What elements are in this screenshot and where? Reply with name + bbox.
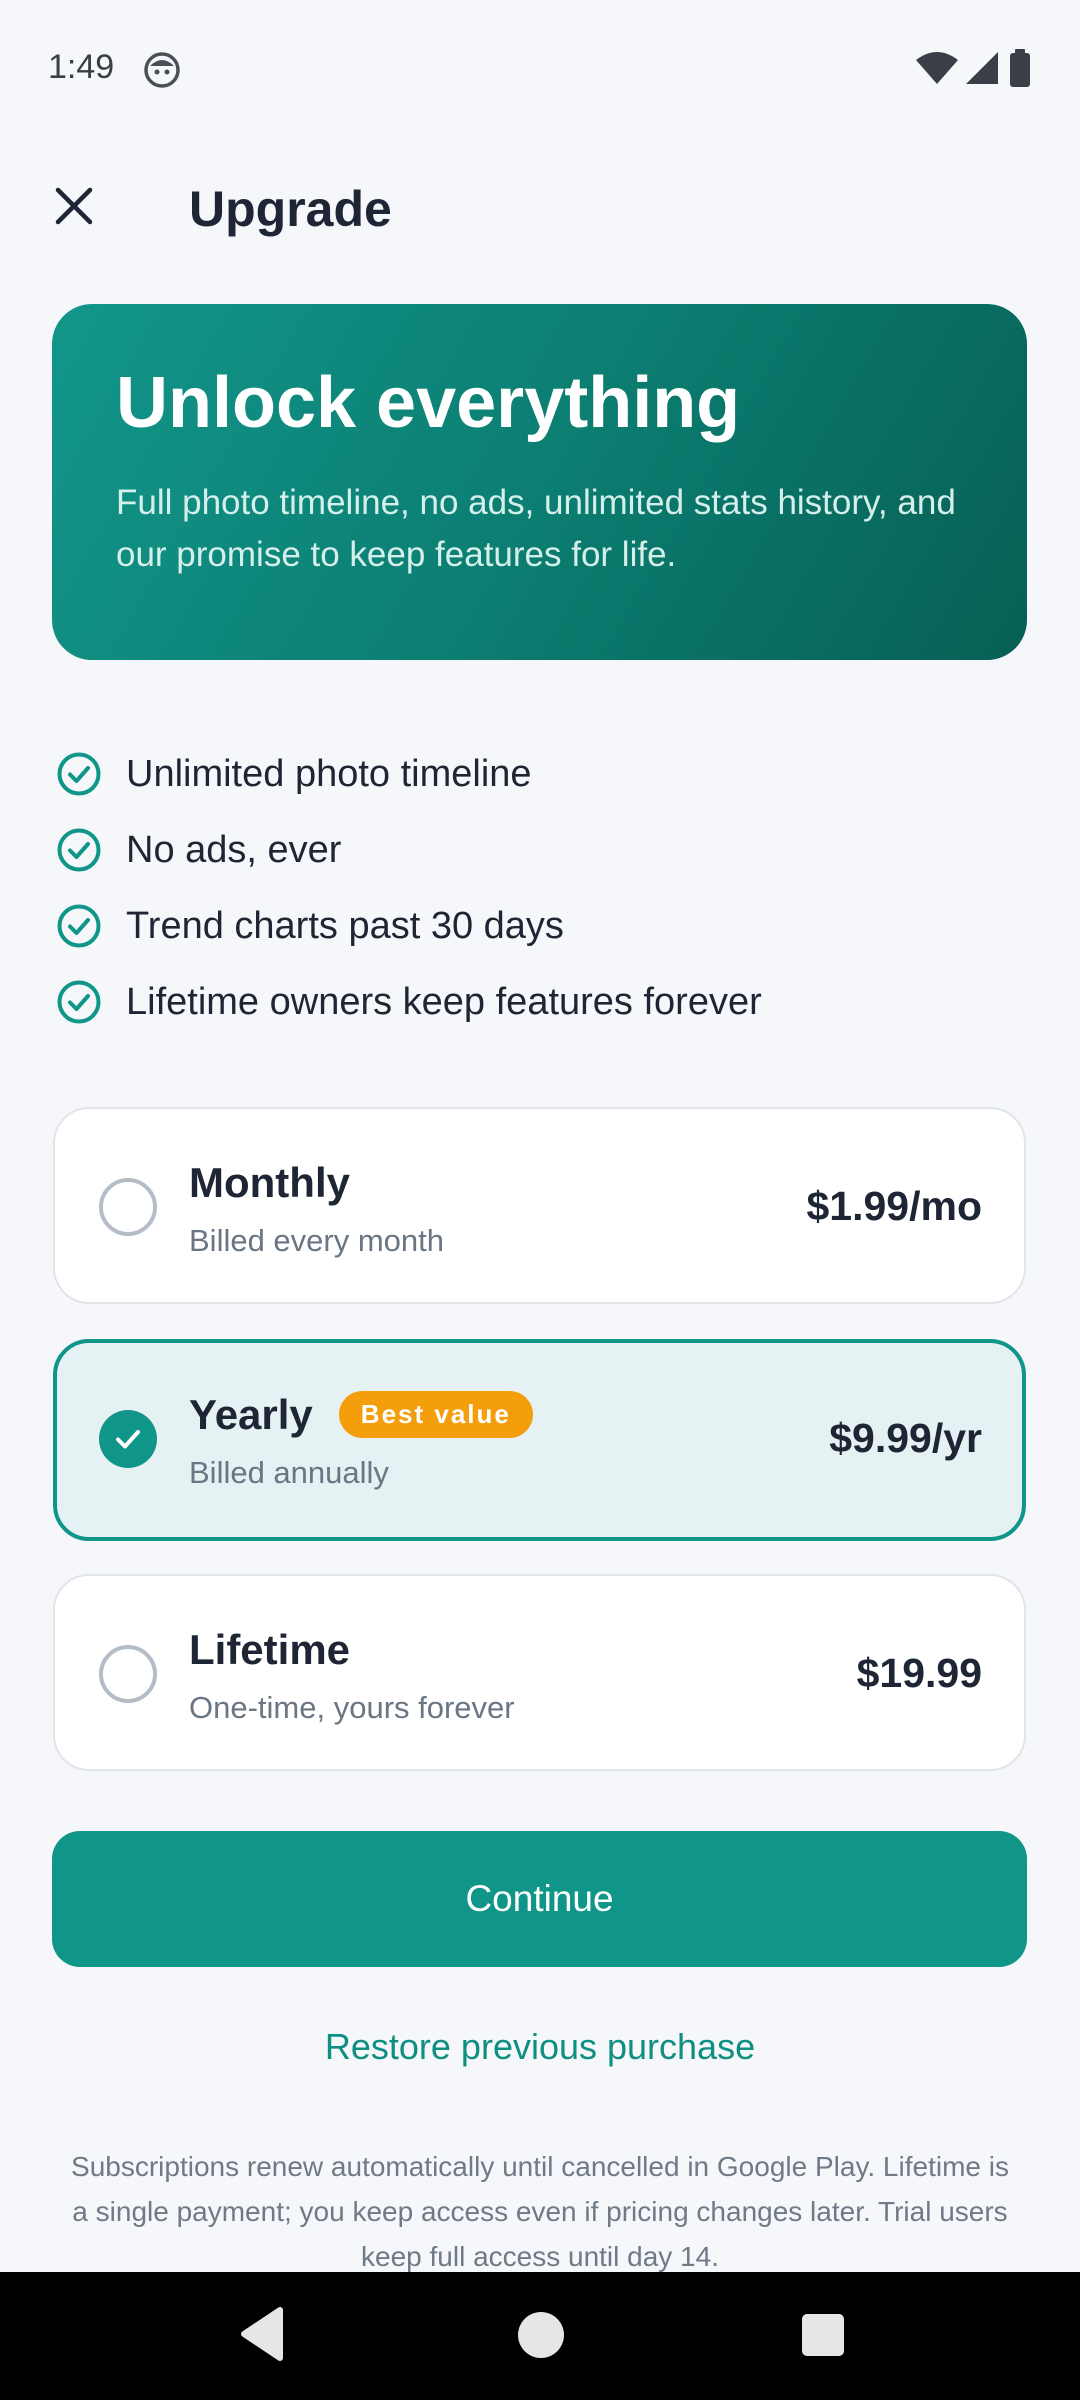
- plan-subtitle: Billed every month: [189, 1223, 445, 1258]
- plan-subtitle: One-time, yours forever: [189, 1690, 515, 1725]
- upgrade-screen: 1:49 Upgrade Unlock everything Full phot…: [0, 0, 1080, 2400]
- feature-label: Trend charts past 30 days: [126, 904, 564, 947]
- best-value-badge: Best value: [338, 1391, 533, 1438]
- status-icons: [916, 48, 1034, 88]
- plan-name: Lifetime: [189, 1626, 351, 1673]
- plan-subtitle: Billed annually: [189, 1455, 389, 1490]
- radio-selected-icon[interactable]: [99, 1410, 157, 1468]
- radio-unselected-icon[interactable]: [99, 1178, 157, 1236]
- plan-price: $19.99: [856, 1650, 982, 1696]
- checkmark-icon: [116, 1430, 140, 1449]
- hero-card: Unlock everything Full photo timeline, n…: [52, 304, 1027, 660]
- feature-item: Lifetime owners keep features forever: [56, 964, 1036, 1040]
- plan-name: Monthly: [189, 1159, 350, 1206]
- check-circle-icon: [57, 752, 101, 796]
- face-icon: [144, 52, 180, 88]
- close-icon: [55, 187, 93, 225]
- feature-label: Lifetime owners keep features forever: [126, 980, 762, 1023]
- back-icon[interactable]: [236, 2304, 286, 2364]
- status-time: 1:49: [48, 48, 115, 86]
- wifi-icon: [916, 52, 958, 84]
- plan-price: $9.99/yr: [829, 1415, 982, 1461]
- check-circle-icon: [57, 980, 101, 1024]
- feature-item: Trend charts past 30 days: [56, 888, 1036, 964]
- home-icon[interactable]: [518, 2312, 564, 2358]
- hero-description: Full photo timeline, no ads, unlimited s…: [116, 483, 956, 575]
- close-button[interactable]: [44, 176, 104, 236]
- plan-option-monthly[interactable]: Monthly Billed every month $1.99/mo: [53, 1107, 1026, 1304]
- feature-label: No ads, ever: [126, 828, 342, 871]
- page-title: Upgrade: [189, 181, 392, 237]
- continue-button[interactable]: Continue: [52, 1831, 1027, 1967]
- hero-title: Unlock everything: [116, 363, 741, 443]
- signal-icon: [966, 52, 998, 84]
- check-circle-icon: [57, 904, 101, 948]
- legal-footnote: Subscriptions renew automatically until …: [71, 2151, 1009, 2272]
- plan-option-yearly[interactable]: Yearly Best value Billed annually $9.99/y…: [53, 1339, 1026, 1541]
- status-bar: 1:49: [0, 0, 1080, 136]
- feature-item: Unlimited photo timeline: [56, 736, 1036, 812]
- recents-icon[interactable]: [802, 2314, 844, 2356]
- radio-unselected-icon[interactable]: [99, 1645, 157, 1703]
- plan-name: Yearly Best value: [189, 1391, 533, 1439]
- plan-option-lifetime[interactable]: Lifetime One-time, yours forever $19.99: [53, 1574, 1026, 1771]
- restore-purchase-link[interactable]: Restore previous purchase: [0, 2026, 1080, 2068]
- feature-label: Unlimited photo timeline: [126, 752, 532, 795]
- battery-icon: [1010, 49, 1030, 87]
- plan-name-text: Yearly: [189, 1391, 313, 1438]
- plan-price: $1.99/mo: [806, 1183, 983, 1229]
- check-circle-icon: [57, 828, 101, 872]
- feature-list: Unlimited photo timeline No ads, ever Tr…: [56, 736, 1036, 1040]
- system-navigation-bar: [0, 2272, 1080, 2400]
- feature-item: No ads, ever: [56, 812, 1036, 888]
